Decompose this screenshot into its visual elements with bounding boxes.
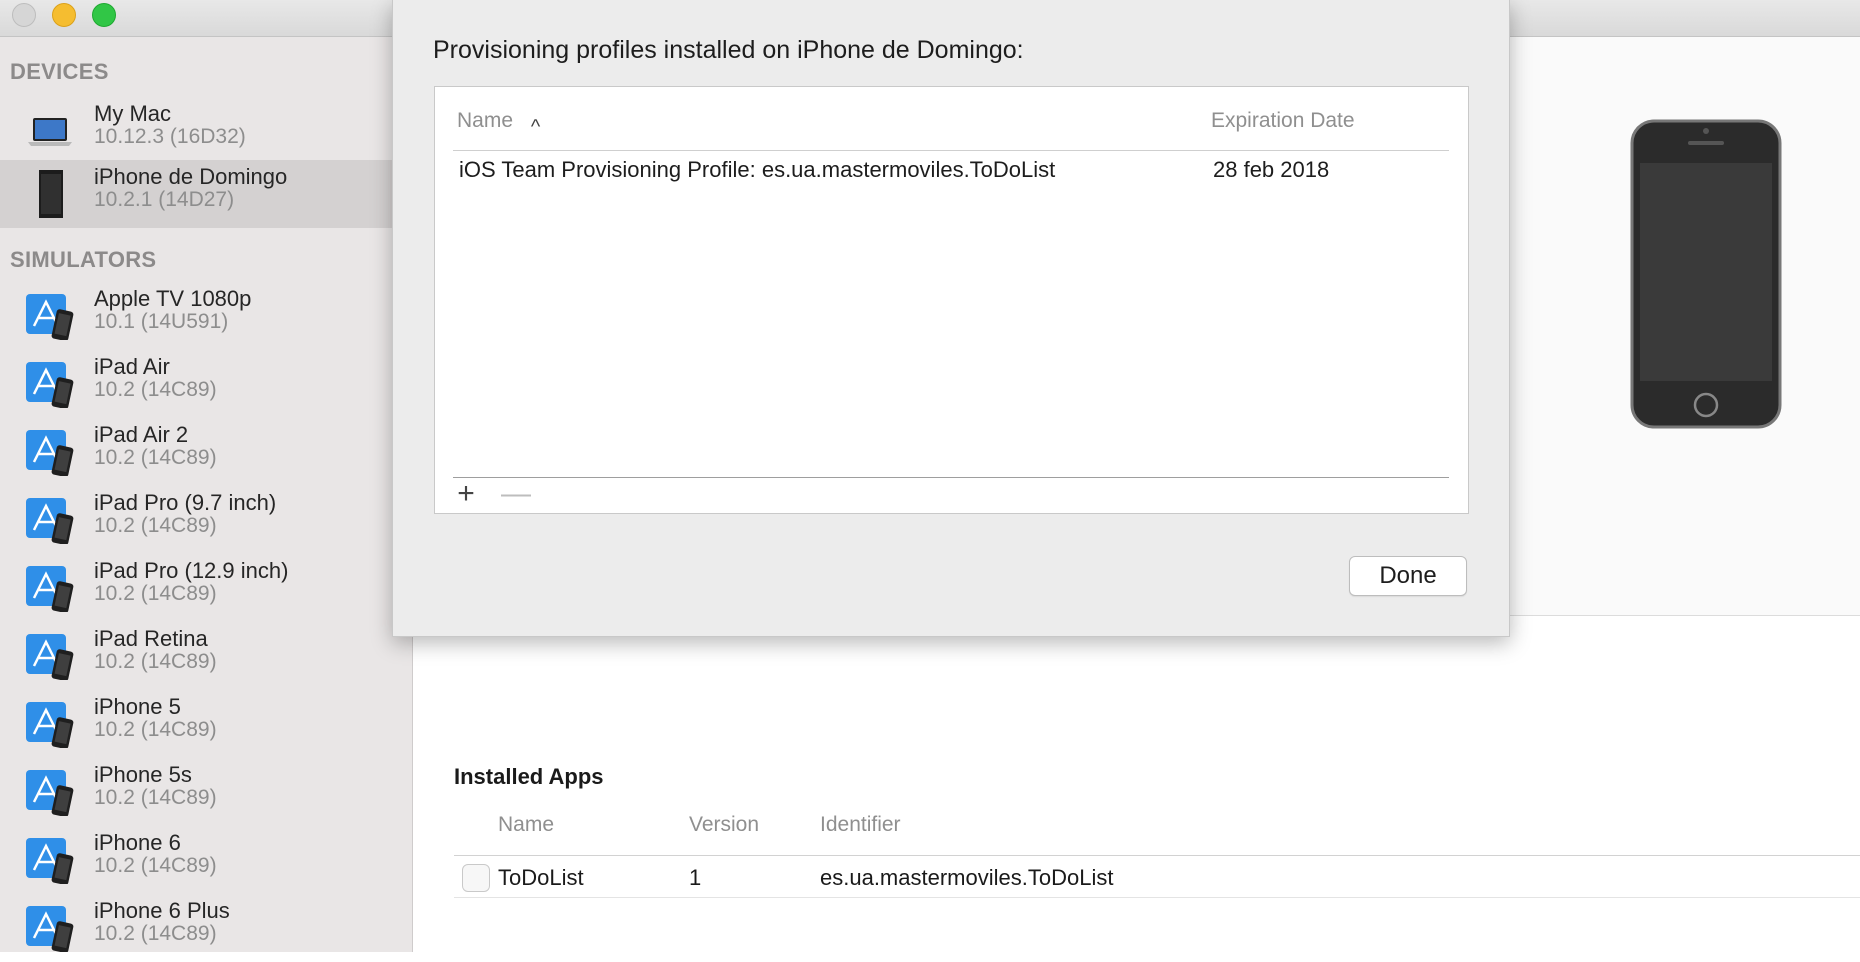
simulator-icon xyxy=(26,906,74,952)
simulator-item[interactable]: iPad Pro (9.7 inch) 10.2 (14C89) xyxy=(0,486,412,554)
simulator-icon xyxy=(26,838,74,884)
app-identifier: es.ua.mastermoviles.ToDoList xyxy=(820,865,1114,890)
minimize-window-button[interactable] xyxy=(52,3,76,27)
remove-profile-button[interactable]: — xyxy=(501,479,531,510)
apps-col-version[interactable]: Version xyxy=(689,813,759,837)
simulator-version: 10.2 (14C89) xyxy=(94,786,217,809)
simulator-icon xyxy=(26,702,74,748)
devices-section-header: DEVICES xyxy=(10,59,109,84)
close-window-button[interactable] xyxy=(12,3,36,27)
simulator-name: iPad Air xyxy=(94,354,170,379)
simulator-name: iPhone 6 Plus xyxy=(94,898,230,923)
simulator-item[interactable]: iPad Air 10.2 (14C89) xyxy=(0,350,412,418)
simulator-icon xyxy=(26,498,74,544)
simulator-item[interactable]: Apple TV 1080p 10.1 (14U591) xyxy=(0,282,412,350)
apps-row-divider xyxy=(454,897,1860,898)
profiles-table: Name ^ Expiration Date iOS Team Provisio… xyxy=(434,86,1469,514)
sort-ascending-icon: ^ xyxy=(530,116,541,138)
simulator-icon xyxy=(26,430,74,476)
iphone-icon xyxy=(39,170,63,218)
simulator-item[interactable]: iPhone 5s 10.2 (14C89) xyxy=(0,758,412,826)
iphone-device-image xyxy=(1630,119,1782,429)
simulator-name: iPad Retina xyxy=(94,626,208,651)
app-icon xyxy=(462,864,490,892)
simulator-icon xyxy=(26,294,74,340)
simulator-name: Apple TV 1080p xyxy=(94,286,252,311)
column-header-name[interactable]: Name ^ xyxy=(457,109,540,138)
simulator-item[interactable]: iPhone 6 10.2 (14C89) xyxy=(0,826,412,894)
provisioning-profiles-sheet: Provisioning profiles installed on iPhon… xyxy=(392,0,1510,637)
simulator-version: 10.2 (14C89) xyxy=(94,650,217,673)
simulator-name: iPad Pro (12.9 inch) xyxy=(94,558,289,583)
installed-apps-title: Installed Apps xyxy=(454,764,604,789)
sheet-title: Provisioning profiles installed on iPhon… xyxy=(433,36,1024,64)
simulator-name: iPad Pro (9.7 inch) xyxy=(94,490,277,515)
add-profile-button[interactable]: + xyxy=(451,479,481,510)
simulator-icon xyxy=(26,770,74,816)
apps-header-divider xyxy=(454,855,1860,856)
simulator-item[interactable]: iPhone 5 10.2 (14C89) xyxy=(0,690,412,758)
device-item-iphone-de-domingo[interactable]: iPhone de Domingo 10.2.1 (14D27) xyxy=(0,160,412,228)
apps-col-name[interactable]: Name xyxy=(498,813,554,837)
app-version: 1 xyxy=(689,865,702,890)
simulator-icon xyxy=(26,634,74,680)
simulator-name: iPad Air 2 xyxy=(94,422,189,447)
simulator-version: 10.2 (14C89) xyxy=(94,922,217,945)
simulator-version: 10.2 (14C89) xyxy=(94,718,217,741)
table-header-divider xyxy=(453,150,1449,151)
simulator-version: 10.2 (14C89) xyxy=(94,378,217,401)
simulator-version: 10.2 (14C89) xyxy=(94,854,217,877)
device-item-my-mac[interactable]: My Mac 10.12.3 (16D32) xyxy=(0,97,412,165)
maximize-window-button[interactable] xyxy=(92,3,116,27)
column-header-name-label: Name xyxy=(457,109,514,132)
profile-name: iOS Team Provisioning Profile: es.ua.mas… xyxy=(459,157,1056,182)
simulator-item[interactable]: iPad Pro (12.9 inch) 10.2 (14C89) xyxy=(0,554,412,622)
app-name: ToDoList xyxy=(498,865,584,890)
devices-sidebar: DEVICES My Mac 10.12.3 (16D32) iPhone de… xyxy=(0,37,413,952)
profile-expiration: 28 feb 2018 xyxy=(1213,157,1330,182)
device-version: 10.12.3 (16D32) xyxy=(94,125,246,148)
apps-col-identifier[interactable]: Identifier xyxy=(820,813,901,837)
simulator-version: 10.1 (14U591) xyxy=(94,310,229,333)
device-name: iPhone de Domingo xyxy=(94,164,288,189)
device-version: 10.2.1 (14D27) xyxy=(94,188,235,211)
table-footer-divider xyxy=(453,477,1449,478)
column-header-expiration[interactable]: Expiration Date xyxy=(1211,109,1355,133)
simulator-icon xyxy=(26,566,74,612)
simulator-icon xyxy=(26,362,74,408)
simulators-section-header: SIMULATORS xyxy=(10,247,157,272)
simulator-item[interactable]: iPad Air 2 10.2 (14C89) xyxy=(0,418,412,486)
laptop-icon xyxy=(28,118,72,146)
device-image-area xyxy=(1507,37,1860,616)
simulator-name: iPhone 6 xyxy=(94,830,181,855)
simulator-version: 10.2 (14C89) xyxy=(94,514,217,537)
simulator-version: 10.2 (14C89) xyxy=(94,582,217,605)
simulator-item[interactable]: iPad Retina 10.2 (14C89) xyxy=(0,622,412,690)
simulator-version: 10.2 (14C89) xyxy=(94,446,217,469)
simulator-name: iPhone 5 xyxy=(94,694,181,719)
simulator-name: iPhone 5s xyxy=(94,762,192,787)
device-name: My Mac xyxy=(94,101,171,126)
done-button[interactable]: Done xyxy=(1349,556,1467,596)
